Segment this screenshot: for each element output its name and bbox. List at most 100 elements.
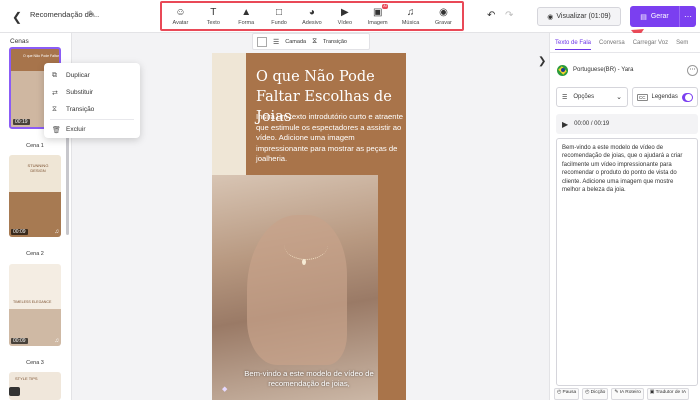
tool-label: Dicção (590, 390, 606, 395)
tool-label: Tradutor de IA (655, 390, 687, 395)
diction-tool[interactable]: ◴ Dicção (582, 388, 609, 400)
tool-text[interactable]: T Texto (197, 7, 229, 26)
transition-icon: ⧖ (312, 37, 317, 45)
video-icon: ▶ (340, 6, 349, 18)
color-swatch[interactable] (257, 36, 267, 47)
menu-duplicate[interactable]: ⧉ Duplicar (44, 67, 140, 84)
cc-icon: CC (637, 93, 648, 101)
scene-thumb-2[interactable]: STUNNING DESIGN 00:09 ♫ (9, 155, 61, 237)
ai-script-tool[interactable]: ✎ IA Roteiro (611, 388, 644, 400)
layer-button[interactable]: Camada (285, 39, 306, 45)
trash-icon: 🗑 (52, 126, 61, 134)
scene-name: Cena 1 (26, 143, 44, 149)
menu-label: Duplicar (66, 72, 90, 79)
tool-label: Adesivo (302, 19, 322, 26)
generate-more-icon[interactable]: ⋯ (680, 12, 696, 21)
tool-label: Vídeo (337, 19, 352, 26)
photo-pendant (302, 259, 306, 265)
scene-duration: 00:09 (11, 229, 28, 235)
subtitles-control: CC Legendas (632, 87, 698, 107)
tool-label: Pausa (562, 390, 577, 395)
redo-icon[interactable]: ↷ (505, 10, 513, 21)
preview-button[interactable]: ◉ Visualizar (01:09) (537, 7, 621, 26)
options-label: Opções (573, 94, 595, 100)
layer-icon: ☰ (273, 38, 280, 46)
menu-delete[interactable]: 🗑 Excluir (44, 121, 140, 138)
tool-label: Texto (206, 19, 220, 26)
scene-context-menu: ⧉ Duplicar ⇄ Substituir ⧖ Transição 🗑 Ex… (44, 63, 140, 138)
menu-replace[interactable]: ⇄ Substituir (44, 84, 140, 101)
tab-no-voice[interactable]: Sem (676, 40, 688, 46)
ai-translator-tool[interactable]: ▣ Tradutor de IA (646, 388, 690, 400)
tool-label: Imagem (367, 19, 388, 26)
voice-more-icon[interactable]: ⋯ (687, 64, 698, 76)
back-arrow-icon[interactable]: ❮ (9, 9, 25, 25)
tool-shape[interactable]: ▲ Forma (230, 7, 262, 26)
audio-player: ▶ 00:00 / 00:19 (556, 114, 698, 134)
scene-duration: 00:19 (13, 119, 30, 125)
menu-label: Excluir (66, 126, 86, 133)
voice-selector[interactable]: Portuguese(BR) - Yara ⋯ (557, 63, 698, 77)
scene-name: Cena 3 (26, 360, 44, 366)
tab-speech-text[interactable]: Texto de Fala (555, 40, 592, 50)
tool-video[interactable]: ▶ Vídeo (329, 7, 361, 26)
play-icon[interactable]: ▶ (562, 120, 568, 129)
thumb-heading: O que Não Pode Faltar (23, 54, 59, 58)
tool-label: Fundo (271, 19, 287, 26)
transition-button[interactable]: Transição (323, 39, 347, 45)
scenes-title: Cenas (10, 38, 29, 45)
script-textarea[interactable]: Bem-vindo a este modelo de vídeo de reco… (556, 138, 698, 386)
script-tools: ◴ Pausa ◴ Dicção ✎ IA Roteiro ▣ Tradutor… (554, 388, 700, 400)
transition-icon: ⧖ (52, 105, 57, 113)
options-dropdown[interactable]: ☰ Opções ⌄ (556, 87, 628, 107)
tool-background[interactable]: □ Fundo (263, 7, 295, 26)
play-circle-icon: ◉ (547, 13, 554, 21)
generate-label: Gerar (650, 13, 669, 20)
preview-label: Visualizar (01:09) (556, 13, 611, 20)
music-icon: ♫ (406, 6, 415, 18)
tool-avatar[interactable]: ☺ Avatar (164, 7, 196, 26)
record-icon: ◉ (439, 6, 448, 18)
scene-duration: 00:09 (11, 338, 28, 344)
tool-label: Avatar (172, 19, 189, 26)
video-canvas[interactable]: O que Não Pode Faltar Escolhas de Joias … (212, 53, 406, 400)
tool-label: IA Roteiro (619, 390, 641, 395)
music-icon: ♫ (54, 229, 60, 235)
canvas-intro[interactable]: Insira um texto introdutório curto e atr… (256, 112, 406, 165)
voice-name: Portuguese(BR) - Yara (573, 67, 634, 73)
tool-sticker[interactable]: ◕ Adesivo (296, 7, 328, 26)
chat-icon[interactable] (9, 387, 20, 396)
tool-label: Música (401, 19, 420, 26)
tab-conversation[interactable]: Conversa (599, 40, 625, 46)
image-icon: ▣ (372, 6, 383, 18)
canvas-toolbar: ☰ Camada ⧖ Transição (252, 33, 370, 50)
canvas-caption[interactable]: Bem-vindo a este modelo de vídeo de reco… (226, 369, 392, 389)
decor-stripe (212, 53, 246, 175)
thumb-heading: TIMELESS ELEGANCE (13, 300, 52, 304)
generate-main[interactable]: ▤ Gerar (630, 6, 680, 27)
menu-divider (50, 119, 134, 120)
pause-tool[interactable]: ◴ Pausa (554, 388, 580, 400)
subtitles-label: Legendas (651, 94, 678, 100)
collapse-panel-icon[interactable]: ❯ (538, 56, 546, 67)
replace-icon: ⇄ (52, 89, 58, 97)
jewelry-photo[interactable] (212, 175, 378, 400)
tool-record[interactable]: ◉ Gravar (427, 7, 459, 26)
generate-button[interactable]: ▤ Gerar ⋯ (630, 6, 696, 27)
duplicate-icon: ⧉ (52, 71, 57, 79)
menu-transition[interactable]: ⧖ Transição (44, 101, 140, 118)
menu-label: Transição (66, 106, 95, 113)
subtitles-toggle[interactable] (681, 92, 693, 102)
edit-pencil-icon[interactable]: ✎ (88, 9, 96, 20)
thumb-heading: STYLE TIPS (15, 376, 38, 381)
watermark-icon: ◆ (222, 386, 228, 393)
speech-tabs: Texto de Fala Conversa Carregar Voz Sem (550, 33, 700, 53)
shape-icon: ▲ (241, 6, 252, 18)
scene-thumb-3[interactable]: TIMELESS ELEGANCE 00:09 ♫ (9, 264, 61, 346)
tool-music[interactable]: ♫ Música (395, 7, 427, 26)
tab-upload-voice[interactable]: Carregar Voz (633, 40, 668, 46)
undo-icon[interactable]: ↶ (487, 10, 495, 21)
top-bar: ❮ Recomendação de... ✎ ☺ Avatar T Texto … (0, 0, 700, 33)
tool-label: Forma (238, 19, 255, 26)
tool-image[interactable]: ▣ AI Imagem (362, 3, 394, 26)
